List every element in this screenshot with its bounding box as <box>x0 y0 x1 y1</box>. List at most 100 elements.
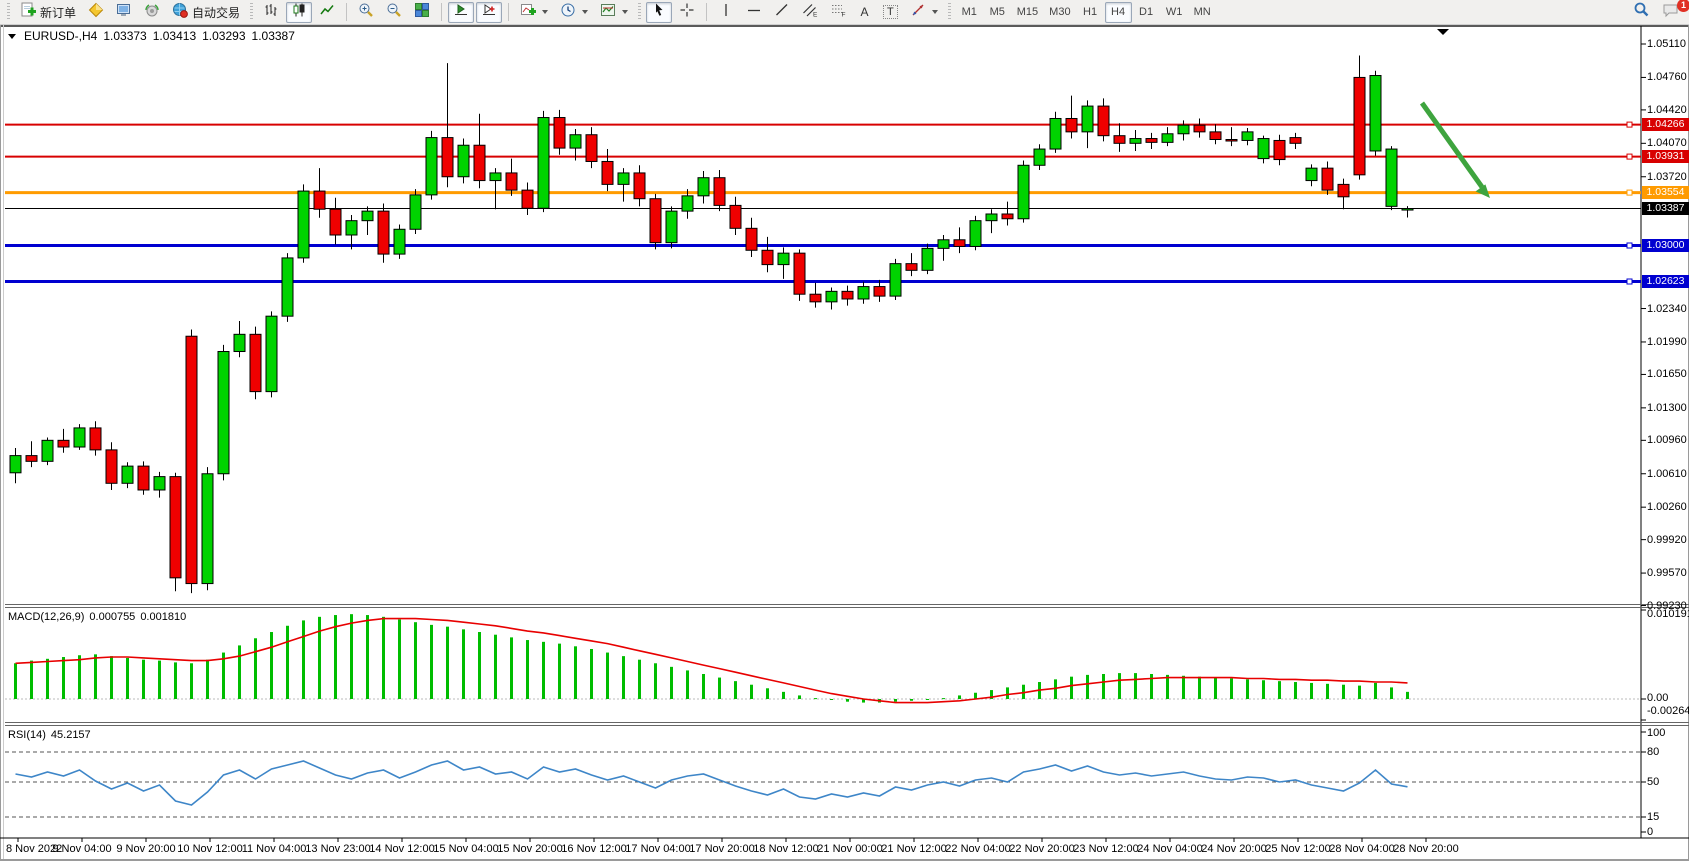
time-axis-label: 18 Nov 12:00 <box>753 843 818 855</box>
macd-histogram-bar <box>1134 673 1137 699</box>
price-axis-tick-label: 1.02340 <box>1647 303 1689 315</box>
equidistant-channel-icon: E <box>802 2 818 23</box>
templates-button[interactable] <box>595 2 633 23</box>
auto-trading-button[interactable]: 自动交易 <box>167 2 245 23</box>
market-watch-button[interactable] <box>111 2 137 23</box>
timeframe-button-h4[interactable]: H4 <box>1105 2 1132 23</box>
timeframe-button-mn[interactable]: MN <box>1189 2 1216 23</box>
candlestick-icon <box>291 2 307 23</box>
macd-histogram-bar <box>14 663 17 699</box>
clock-icon <box>560 2 576 23</box>
new-order-button[interactable]: 新订单 <box>15 2 81 23</box>
fibonacci-tool-button[interactable]: F <box>825 2 851 23</box>
line-chart-mode-button[interactable] <box>314 2 340 23</box>
bear-candle <box>522 190 533 208</box>
bear-candle <box>442 138 453 177</box>
arrows-tool-button[interactable] <box>905 2 943 23</box>
macd-histogram-bar <box>750 685 753 699</box>
macd-histogram-bar <box>206 660 209 699</box>
macd-histogram-bar <box>1278 681 1281 699</box>
bear-candle <box>1210 132 1221 140</box>
periods-button[interactable] <box>555 2 593 23</box>
cursor-tool-button[interactable] <box>646 2 672 23</box>
search-button[interactable] <box>1628 2 1655 23</box>
bull-candle <box>154 477 165 490</box>
timeframe-button-m1[interactable]: M1 <box>956 2 983 23</box>
timeframe-button-w1[interactable]: W1 <box>1161 2 1188 23</box>
bull-candle <box>10 456 21 473</box>
indicators-button[interactable] <box>515 2 553 23</box>
toolbar-grip[interactable] <box>948 3 951 21</box>
close-value: 1.03387 <box>252 29 295 43</box>
line-handle[interactable] <box>1627 243 1632 248</box>
macd-histogram-bar <box>1006 687 1009 699</box>
svg-text:F: F <box>842 11 846 18</box>
bull-candle <box>394 229 405 254</box>
time-axis-label: 24 Nov 20:00 <box>1201 843 1266 855</box>
zoom-in-button[interactable] <box>353 2 379 23</box>
toolbar-grip[interactable] <box>250 3 253 21</box>
bull-candle <box>42 440 53 461</box>
bar-chart-mode-button[interactable] <box>258 2 284 23</box>
timeframe-button-m30[interactable]: M30 <box>1044 2 1075 23</box>
toolbar-grip[interactable] <box>7 3 10 21</box>
time-axis-label: 15 Nov 20:00 <box>497 843 562 855</box>
crosshair-icon <box>679 2 695 23</box>
rsi-axis-label: 15 <box>1647 811 1689 823</box>
bull-candle <box>1258 139 1269 159</box>
line-handle[interactable] <box>1627 279 1632 284</box>
notification-count-badge: 1 <box>1677 0 1689 12</box>
auto-scroll-button[interactable] <box>448 2 474 23</box>
channel-tool-button[interactable]: E <box>797 2 823 23</box>
zoom-out-button[interactable] <box>381 2 407 23</box>
price-line-badge: 1.03000 <box>1642 239 1689 252</box>
rsi-axis-label: 0 <box>1647 826 1689 838</box>
toolbar-grip[interactable] <box>638 3 641 21</box>
svg-text:E: E <box>813 11 818 18</box>
line-handle[interactable] <box>1627 190 1632 195</box>
horizontal-line-tool-button[interactable] <box>741 2 767 23</box>
alerts-button[interactable] <box>139 2 165 23</box>
timeframe-button-h1[interactable]: H1 <box>1077 2 1104 23</box>
bear-candle <box>314 191 325 209</box>
macd-histogram-bar <box>398 620 401 699</box>
bull-candle <box>890 264 901 296</box>
candlestick-mode-button[interactable] <box>286 2 312 23</box>
macd-histogram-bar <box>1182 676 1185 699</box>
bull-candle <box>858 287 869 299</box>
price-axis-tick-label: 1.01300 <box>1647 402 1689 414</box>
price-line-badge: 1.04266 <box>1642 118 1689 131</box>
time-axis-label: 28 Nov 20:00 <box>1393 843 1458 855</box>
bull-candle <box>970 221 981 247</box>
metaeditor-button[interactable] <box>83 2 109 23</box>
time-axis-label: 10 Nov 12:00 <box>177 843 242 855</box>
timeframe-button-m5[interactable]: M5 <box>984 2 1011 23</box>
chart-canvas[interactable] <box>0 0 1689 861</box>
timeframe-button-m15[interactable]: M15 <box>1012 2 1043 23</box>
chart-shift-button[interactable] <box>476 2 502 23</box>
line-handle[interactable] <box>1627 154 1632 159</box>
text-label-tool-button[interactable]: T <box>878 2 903 23</box>
macd-main-value: 0.000755 <box>89 611 135 623</box>
text-label-icon: T <box>883 5 898 19</box>
chart-shift-icon <box>481 2 497 23</box>
trendline-tool-button[interactable] <box>769 2 795 23</box>
crosshair-tool-button[interactable] <box>674 2 700 23</box>
bull-candle <box>922 248 933 270</box>
macd-histogram-bar <box>574 646 577 699</box>
bull-candle <box>298 191 309 258</box>
timeframe-button-d1[interactable]: D1 <box>1133 2 1160 23</box>
tile-windows-button[interactable] <box>409 2 435 23</box>
line-handle[interactable] <box>1627 122 1632 127</box>
macd-histogram-bar <box>686 670 689 699</box>
macd-histogram-bar <box>558 644 561 699</box>
vertical-line-tool-button[interactable] <box>713 2 739 23</box>
price-axis-tick-label: 1.05110 <box>1647 38 1689 50</box>
bull-candle <box>778 253 789 264</box>
notifications-button[interactable]: 1 <box>1657 2 1685 23</box>
text-tool-button[interactable]: A <box>853 2 876 23</box>
bull-candle <box>1050 118 1061 149</box>
bear-candle <box>90 428 101 450</box>
macd-histogram-bar <box>1214 678 1217 699</box>
macd-histogram-bar <box>1294 682 1297 699</box>
